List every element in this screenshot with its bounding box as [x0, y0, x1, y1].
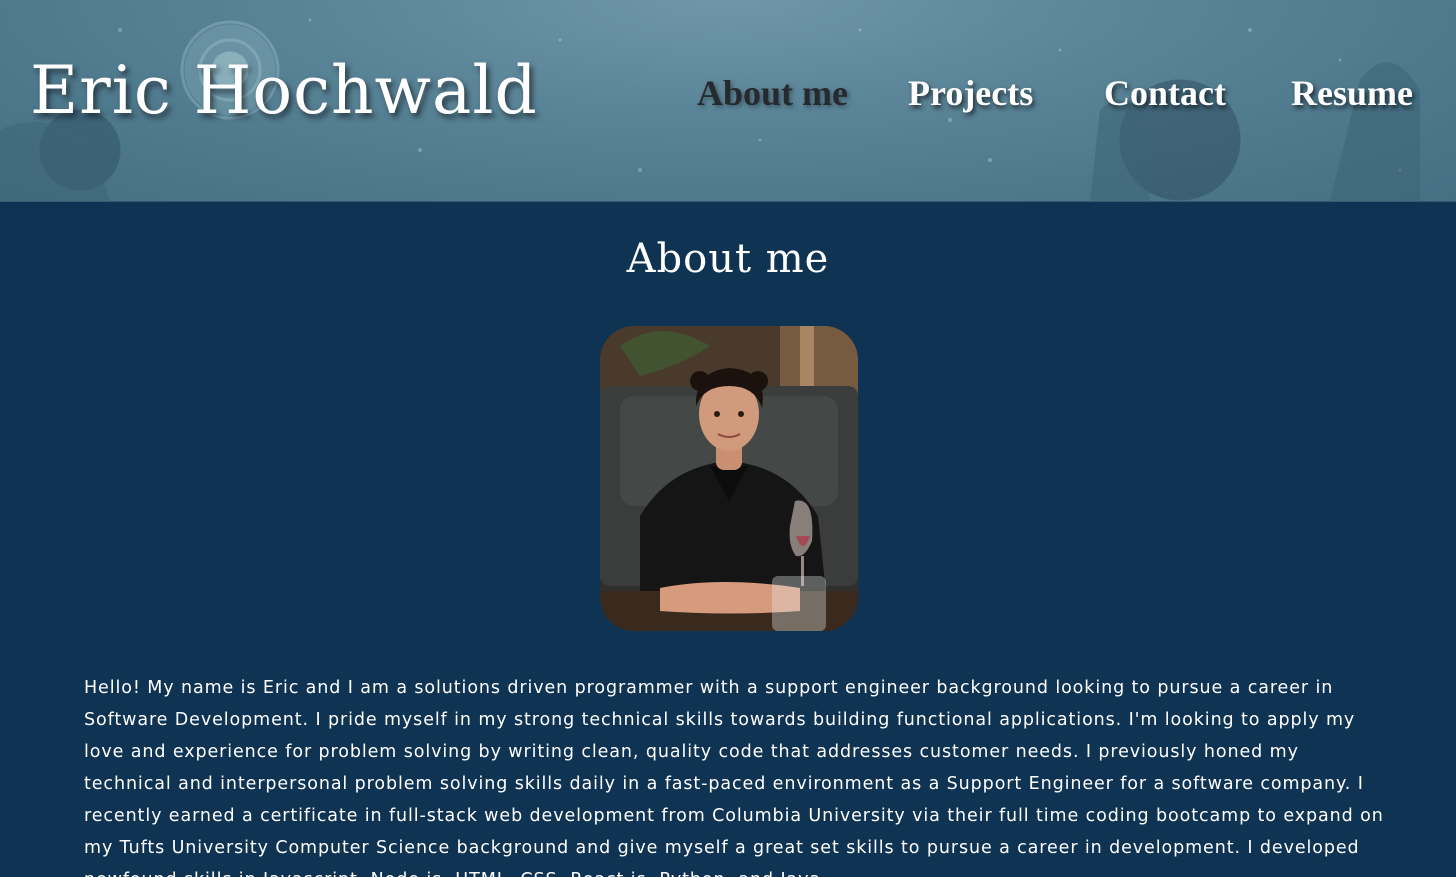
- nav-link-about-me[interactable]: About me: [697, 72, 848, 114]
- nav-link-projects[interactable]: Projects: [908, 72, 1033, 114]
- main-nav: About me Projects Contact Resume: [0, 72, 1456, 122]
- nav-link-contact[interactable]: Contact: [1104, 72, 1226, 114]
- nav-link-resume[interactable]: Resume: [1291, 72, 1413, 114]
- profile-photo-illustration: [600, 326, 858, 631]
- section-title: About me: [626, 236, 830, 282]
- profile-photo: [600, 326, 858, 631]
- bio-paragraph: Hello! My name is Eric and I am a soluti…: [84, 678, 1384, 877]
- site-header: Eric Hochwald About me Projects Contact …: [0, 0, 1456, 202]
